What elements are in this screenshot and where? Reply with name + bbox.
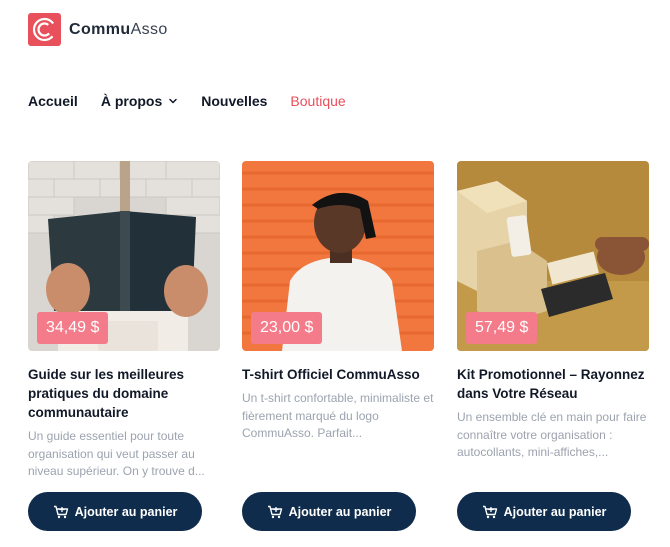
brand-name-bold: Commu [69, 20, 131, 38]
product-title[interactable]: Kit Promotionnel – Rayonnez dans Votre R… [457, 365, 649, 403]
product-image-tshirt[interactable]: 23,00 $ [242, 161, 434, 351]
nav-item-label: Boutique [290, 93, 346, 109]
nav-item-accueil[interactable]: Accueil [28, 93, 78, 109]
nav-item-label: Accueil [28, 93, 78, 109]
button-label: Ajouter au panier [503, 504, 607, 519]
main-nav: Accueil À propos Nouvelles Boutique [28, 93, 369, 109]
nav-item-a-propos[interactable]: À propos [101, 93, 178, 109]
product-image-promo-kit[interactable]: 57,49 $ [457, 161, 649, 351]
product-card: 57,49 $ Kit Promotionnel – Rayonnez dans… [457, 161, 649, 531]
cart-plus-icon [53, 505, 68, 518]
price-badge: 23,00 $ [251, 312, 323, 344]
product-description: Un t-shirt confortable, minimaliste et f… [242, 391, 434, 440]
brand-name-light: Asso [130, 20, 168, 38]
product-card: 23,00 $ T-shirt Officiel CommuAsso Un t-… [242, 161, 434, 531]
brand-name[interactable]: CommuAsso [69, 21, 168, 39]
cart-plus-icon [267, 505, 282, 518]
product-description: Un ensemble clé en main pour faire conna… [457, 410, 647, 459]
add-to-cart-button[interactable]: Ajouter au panier [242, 492, 416, 531]
cart-plus-icon [482, 505, 497, 518]
nav-item-label: Nouvelles [201, 93, 268, 109]
product-image-book[interactable]: 34,49 $ [28, 161, 220, 351]
site-header: CommuAsso [28, 13, 168, 46]
add-to-cart-button[interactable]: Ajouter au panier [457, 492, 631, 531]
logo-icon[interactable] [28, 13, 61, 46]
product-card: 34,49 $ Guide sur les meilleures pratiqu… [28, 161, 220, 531]
product-description: Un guide essentiel pour toute organisati… [28, 429, 205, 478]
product-title[interactable]: T-shirt Officiel CommuAsso [242, 365, 434, 384]
button-label: Ajouter au panier [74, 504, 178, 519]
nav-item-nouvelles[interactable]: Nouvelles [201, 93, 267, 109]
nav-item-label: À propos [100, 93, 163, 109]
nav-item-boutique[interactable]: Boutique [290, 93, 345, 109]
button-label: Ajouter au panier [288, 504, 392, 519]
add-to-cart-button[interactable]: Ajouter au panier [28, 492, 202, 531]
chevron-down-icon [169, 98, 178, 104]
product-title[interactable]: Guide sur les meilleures pratiques du do… [28, 365, 220, 422]
price-badge: 57,49 $ [466, 312, 538, 344]
price-badge: 34,49 $ [37, 312, 109, 344]
